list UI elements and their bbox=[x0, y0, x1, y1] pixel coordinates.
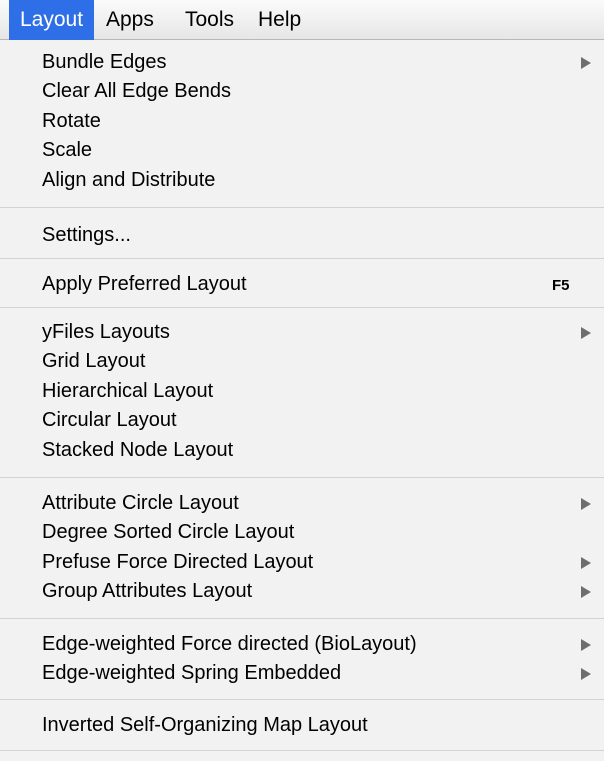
menu-item-label: Settings... bbox=[42, 224, 131, 246]
menu-item-rotate[interactable]: Rotate bbox=[42, 107, 604, 136]
menu-item-group-attributes-layout[interactable]: Group Attributes Layout bbox=[42, 577, 604, 606]
menu-item-label: Group Attributes Layout bbox=[42, 580, 253, 602]
submenu-arrow-icon bbox=[581, 586, 591, 598]
submenu-arrow-icon bbox=[581, 57, 591, 69]
menu-item-scale[interactable]: Scale bbox=[42, 136, 604, 165]
menu-item-bundle-edges[interactable]: Bundle Edges bbox=[42, 48, 604, 77]
submenu-arrow-icon bbox=[581, 498, 591, 510]
menu-separator bbox=[0, 699, 604, 701]
layout-dropdown-menu: Bundle Edges Clear All Edge Bends Rotate… bbox=[0, 40, 604, 761]
menu-item-label: Grid Layout bbox=[42, 350, 146, 372]
menu-item-label: Prefuse Force Directed Layout bbox=[42, 551, 314, 573]
menu-item-label: Apply Preferred Layout bbox=[42, 273, 247, 295]
menu-item-inverted-self-organizing-map-layout[interactable]: Inverted Self-Organizing Map Layout bbox=[42, 711, 604, 740]
menu-item-yfiles-layouts[interactable]: yFiles Layouts bbox=[42, 318, 604, 347]
submenu-arrow-icon bbox=[581, 327, 591, 339]
menu-item-label: Clear All Edge Bends bbox=[42, 80, 232, 102]
submenu-arrow-icon bbox=[581, 639, 591, 651]
menu-item-label: Hierarchical Layout bbox=[42, 380, 214, 402]
menu-item-apply-preferred-layout[interactable]: Apply Preferred Layout bbox=[42, 270, 604, 299]
menu-item-clear-all-edge-bends[interactable]: Clear All Edge Bends bbox=[42, 77, 604, 106]
menu-item-label: yFiles Layouts bbox=[42, 321, 170, 343]
menu-item-label: Bundle Edges bbox=[42, 51, 167, 73]
menu-layout[interactable]: Layout bbox=[9, 0, 95, 40]
menu-item-edge-weighted-force-directed[interactable]: Edge-weighted Force directed (BioLayout) bbox=[42, 630, 604, 659]
menu-separator bbox=[0, 618, 604, 620]
menu-item-hierarchical-layout[interactable]: Hierarchical Layout bbox=[42, 377, 604, 406]
menu-item-label: Attribute Circle Layout bbox=[42, 492, 239, 514]
menu-separator bbox=[0, 207, 604, 209]
menu-item-label: Edge-weighted Spring Embedded bbox=[42, 662, 342, 684]
submenu-arrow-icon bbox=[581, 668, 591, 680]
menu-item-prefuse-force-directed-layout[interactable]: Prefuse Force Directed Layout bbox=[42, 548, 604, 577]
menu-item-stacked-node-layout[interactable]: Stacked Node Layout bbox=[42, 436, 604, 465]
submenu-arrow-icon bbox=[581, 557, 591, 569]
menu-item-attribute-circle-layout[interactable]: Attribute Circle Layout bbox=[42, 489, 604, 518]
menu-bar: Layout Apps Tools Help bbox=[0, 0, 604, 40]
menu-item-label: Edge-weighted Force directed (BioLayout) bbox=[42, 633, 417, 655]
menu-item-label: Inverted Self-Organizing Map Layout bbox=[42, 714, 368, 736]
menu-item-label: Circular Layout bbox=[42, 409, 177, 431]
menu-item-label: Rotate bbox=[42, 110, 101, 132]
shortcut-label: F5 bbox=[552, 277, 570, 294]
menu-separator bbox=[0, 477, 604, 479]
menu-item-degree-sorted-circle-layout[interactable]: Degree Sorted Circle Layout bbox=[42, 518, 604, 547]
menu-separator bbox=[0, 307, 604, 309]
menu-item-settings[interactable]: Settings... bbox=[42, 221, 604, 250]
menu-separator bbox=[0, 750, 604, 752]
menu-help[interactable]: Help bbox=[247, 0, 312, 40]
menu-item-align-and-distribute[interactable]: Align and Distribute bbox=[42, 166, 604, 195]
menu-item-circular-layout[interactable]: Circular Layout bbox=[42, 406, 604, 435]
menu-item-label: Align and Distribute bbox=[42, 169, 216, 191]
menu-item-edge-weighted-spring-embedded[interactable]: Edge-weighted Spring Embedded bbox=[42, 659, 604, 688]
menu-apps[interactable]: Apps bbox=[95, 0, 165, 40]
menu-item-label: Degree Sorted Circle Layout bbox=[42, 521, 295, 543]
menu-tools[interactable]: Tools bbox=[174, 0, 245, 40]
menu-item-label: Stacked Node Layout bbox=[42, 439, 234, 461]
menu-item-label: Scale bbox=[42, 139, 93, 161]
menu-item-grid-layout[interactable]: Grid Layout bbox=[42, 347, 604, 376]
menu-separator bbox=[0, 258, 604, 260]
